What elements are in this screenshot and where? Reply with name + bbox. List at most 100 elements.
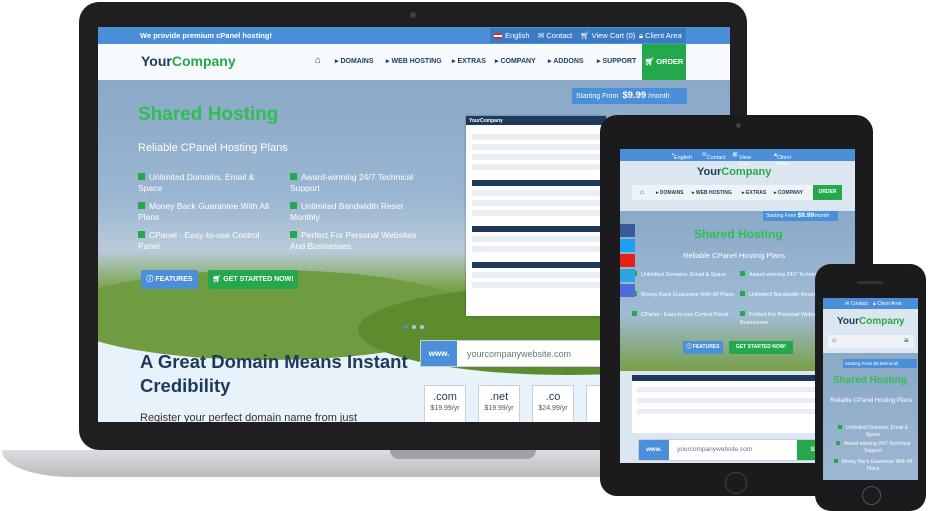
- flag-icon: [494, 33, 502, 39]
- tld-card[interactable]: .com $19.99/yr: [424, 385, 466, 422]
- contact-label: Contact: [546, 31, 573, 40]
- price-prefix: Starting From: [766, 213, 797, 219]
- client-area-label: Client Area: [877, 301, 902, 307]
- phone-logo[interactable]: YourCompany: [837, 316, 905, 327]
- youtube-icon[interactable]: [620, 254, 635, 267]
- screenshot-header: YourCompany: [466, 116, 606, 125]
- language-label: English: [505, 31, 530, 40]
- phone-contact-link[interactable]: ✉ Contact: [845, 301, 868, 307]
- screenshot-row: [472, 210, 600, 216]
- tablet-language[interactable]: ▪ English: [672, 152, 692, 161]
- home-icon[interactable]: ⌂: [315, 55, 321, 66]
- order-label: ORDER: [818, 189, 837, 195]
- facebook-icon[interactable]: [620, 224, 635, 237]
- laptop-notch: [390, 450, 536, 459]
- tablet-screenshot: [632, 375, 822, 433]
- nav-addons[interactable]: ▸ ADDONS: [548, 57, 584, 65]
- slider-dot[interactable]: [412, 325, 416, 329]
- phone-home-button: [862, 486, 881, 505]
- check-icon: [838, 425, 843, 429]
- tablet-nav-item[interactable]: ▸ EXTRAS: [742, 190, 766, 196]
- phone-speaker: [857, 281, 883, 284]
- feature-text: CPanel - Easy-to-use Control Panel: [641, 312, 729, 318]
- screenshot-row: [472, 180, 600, 186]
- phone-feature: Award-winning 24/7 Technical Support: [831, 441, 915, 455]
- screenshot-row: [637, 387, 817, 392]
- feature-item: Perfect For Personal Websites And Busine…: [290, 230, 430, 252]
- telegram-icon[interactable]: [620, 269, 635, 282]
- control-panel-screenshot: YourCompany: [466, 116, 606, 316]
- domain-search-input[interactable]: www. yourcompanywebsite.com: [420, 340, 612, 367]
- check-icon: [740, 291, 745, 296]
- tld-card[interactable]: .co $24.99/yr: [532, 385, 574, 422]
- order-label: ORDER: [656, 57, 684, 66]
- tablet-logo[interactable]: YourCompany: [697, 166, 771, 178]
- tablet-nav-item[interactable]: ▸ DOMAINS: [656, 190, 684, 196]
- tablet-nav-item[interactable]: ▸ WEB HOSTING: [692, 190, 732, 196]
- domain-paragraph: Register your perfect domain name from j…: [140, 412, 358, 422]
- tablet-home-button: [725, 472, 747, 494]
- screenshot-row: [472, 272, 600, 278]
- order-button[interactable]: 🛒︎ ORDER: [642, 44, 686, 80]
- screenshot-row: [472, 282, 600, 288]
- tablet-features-button[interactable]: ⓘ FEATURES: [683, 341, 723, 354]
- tld-price: $24.99/yr: [538, 405, 568, 412]
- contact-link[interactable]: ✉ Contact: [534, 28, 577, 43]
- tablet-contact-label: Contact: [706, 155, 726, 161]
- feature-text: Perfect For Personal Websites And Busine…: [290, 230, 417, 251]
- home-icon[interactable]: ⌂: [640, 189, 644, 196]
- logo-part2: Company: [171, 53, 236, 69]
- domain-placeholder: yourcompanywebsite.com: [467, 349, 572, 359]
- nav-support[interactable]: ▸ SUPPORT: [597, 57, 636, 65]
- nav-company[interactable]: ▸ COMPANY: [495, 57, 536, 65]
- phone-hero: Starting From $9.99/month Shared Hosting…: [823, 353, 918, 480]
- screenshot-row: [637, 409, 817, 414]
- feature-item: CPanel - Easy-to-use Control Panel: [138, 230, 278, 252]
- feature-item: Unlimited Domains, Email & Space: [138, 172, 278, 194]
- check-icon: [290, 231, 297, 238]
- nav-extras[interactable]: ▸ EXTRAS: [452, 57, 486, 65]
- tablet-client-area-link[interactable]: 🔒︎ Client Area: [774, 152, 791, 167]
- features-button[interactable]: ⓘ FEATURES: [141, 270, 198, 289]
- nav-domains[interactable]: ▸ DOMAINS: [335, 57, 374, 65]
- tablet-hero-subtitle: Reliable CPanel Hosting Plans: [683, 251, 786, 260]
- language-selector[interactable]: English: [490, 28, 534, 43]
- screenshot-row: [472, 144, 600, 150]
- tablet-nav-item[interactable]: ▸ COMPANY: [774, 190, 803, 196]
- home-icon[interactable]: ⌂: [832, 337, 836, 344]
- hamburger-menu-icon[interactable]: ≡: [904, 336, 909, 345]
- view-cart-link[interactable]: 🛒︎ View Cart (0): [576, 28, 640, 43]
- nav-label: DOMAINS: [659, 190, 684, 196]
- features-label: FEATURES: [692, 344, 720, 350]
- tablet-order-button[interactable]: ORDER: [813, 185, 842, 200]
- feature-item: Money Back Guarantee With All Plans: [138, 201, 278, 223]
- nav-web-hosting[interactable]: ▸ WEB HOSTING: [386, 57, 442, 65]
- hero-title: Shared Hosting: [138, 104, 279, 125]
- logo[interactable]: YourCompany: [141, 53, 236, 69]
- check-icon: [138, 231, 145, 238]
- twitter-icon[interactable]: [620, 239, 635, 252]
- nav-label: SUPPORT: [602, 58, 637, 65]
- feature-item: Unlimited Bandwidth Reset Monthly: [290, 201, 430, 223]
- phone-hero-title: Shared Hosting: [833, 375, 907, 386]
- tld-card[interactable]: .net $19.99/yr: [478, 385, 520, 422]
- phone-feature: Money Back Guarantee With All Plans: [831, 459, 915, 473]
- tablet-contact-link[interactable]: ✉ Contact: [702, 152, 726, 161]
- client-area-link[interactable]: 🔒︎ Client Area: [635, 28, 686, 43]
- nav-label: ADDONS: [553, 58, 584, 65]
- tld-price: $19.99/yr: [430, 405, 460, 412]
- screenshot-row: [472, 200, 600, 206]
- slider-dot[interactable]: [420, 325, 424, 329]
- cart-icon: 🛒︎: [644, 57, 657, 66]
- screenshot-row: [472, 164, 600, 170]
- tablet-cart-link[interactable]: 🛒︎ View Cart (0): [732, 152, 751, 173]
- tablet-get-started-button[interactable]: GET STARTED NOW!: [729, 341, 793, 354]
- phone-client-area-link[interactable]: 🔒︎ Client Area: [873, 301, 902, 307]
- slider-dot[interactable]: [404, 325, 408, 329]
- discord-icon[interactable]: [620, 284, 635, 297]
- tablet-feature: CPanel - Easy-to-use Control Panel: [632, 311, 737, 319]
- get-started-button[interactable]: 🛒︎ GET STARTED NOW!: [208, 270, 298, 289]
- check-icon: [833, 459, 838, 463]
- domain-placeholder: yourcompanywebsite.com: [677, 446, 753, 453]
- nav-label: WEB HOSTING: [391, 58, 442, 65]
